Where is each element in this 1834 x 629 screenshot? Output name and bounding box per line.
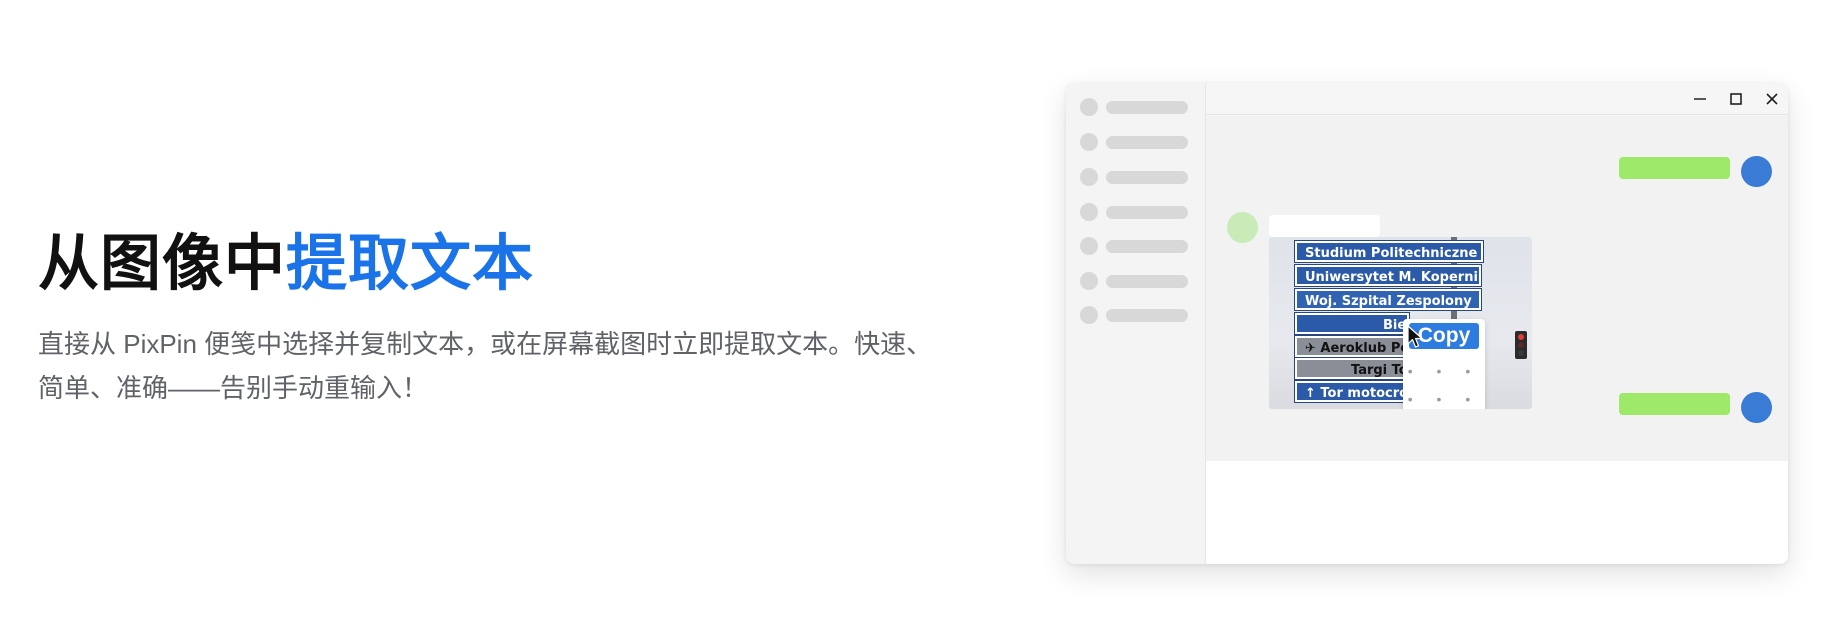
minimize-button[interactable] xyxy=(1690,89,1710,109)
sidebar-avatar-placeholder xyxy=(1080,237,1098,255)
hero-title-accent: 提取文本 xyxy=(286,229,535,297)
user-avatar xyxy=(1741,156,1772,187)
user-avatar xyxy=(1741,392,1772,423)
menu-item-placeholder[interactable]: • • • xyxy=(1403,391,1485,407)
maximize-button[interactable] xyxy=(1726,89,1746,109)
sidebar-text-placeholder xyxy=(1106,206,1188,219)
sign-line: Bielany xyxy=(1294,312,1410,335)
sign-line: ✈ Aeroklub Pomorski xyxy=(1294,335,1410,358)
chat-area: Studium Politechniczne UMK Uniwersytet M… xyxy=(1206,116,1788,461)
menu-item-placeholder[interactable]: • • • xyxy=(1403,363,1485,379)
sign-line: Uniwersytet M. Kopernika xyxy=(1294,264,1482,287)
sign-line: Studium Politechniczne UMK xyxy=(1294,240,1484,263)
minimize-icon xyxy=(1694,98,1706,100)
sign-line: Targi Toruńskie xyxy=(1294,357,1410,380)
street-sign-image[interactable]: Studium Politechniczne UMK Uniwersytet M… xyxy=(1269,237,1532,409)
sidebar-avatar-placeholder xyxy=(1080,203,1098,221)
sidebar-item-placeholder[interactable] xyxy=(1080,98,1190,116)
sidebar-text-placeholder xyxy=(1106,136,1188,149)
incoming-message-placeholder xyxy=(1269,215,1380,237)
hero-description: 直接从 PixPin 便笺中选择并复制文本，或在屏幕截图时立即提取文本。快速、简… xyxy=(38,329,933,403)
close-icon xyxy=(1766,93,1778,105)
sidebar-avatar-placeholder xyxy=(1080,168,1098,186)
traffic-light-icon xyxy=(1515,331,1527,359)
sidebar-item-placeholder[interactable] xyxy=(1080,306,1190,324)
sidebar-item-placeholder[interactable] xyxy=(1080,203,1190,221)
sidebar-avatar-placeholder xyxy=(1080,98,1098,116)
message-input-area[interactable] xyxy=(1206,461,1788,564)
sidebar-item-placeholder[interactable] xyxy=(1080,168,1190,186)
sidebar-text-placeholder xyxy=(1106,171,1188,184)
sidebar-avatar-placeholder xyxy=(1080,306,1098,324)
maximize-icon xyxy=(1730,93,1742,105)
sign-line: Woj. Szpital Zespolony xyxy=(1294,288,1482,311)
sidebar-item-placeholder[interactable] xyxy=(1080,237,1190,255)
contact-avatar xyxy=(1227,212,1258,243)
sidebar-text-placeholder xyxy=(1106,240,1188,253)
app-window-mockup: Studium Politechniczne UMK Uniwersytet M… xyxy=(1066,83,1788,564)
outgoing-message-placeholder xyxy=(1619,393,1730,415)
outgoing-message-placeholder xyxy=(1619,157,1730,179)
sidebar-item-placeholder[interactable] xyxy=(1080,272,1190,290)
mouse-cursor-icon xyxy=(1407,325,1423,348)
sidebar-item-placeholder[interactable] xyxy=(1080,133,1190,151)
sign-line: ↑ Tor motocrossowy xyxy=(1294,380,1410,403)
sidebar-avatar-placeholder xyxy=(1080,133,1098,151)
sidebar-text-placeholder xyxy=(1106,275,1188,288)
sidebar-text-placeholder xyxy=(1106,101,1188,114)
sidebar-text-placeholder xyxy=(1106,309,1188,322)
close-button[interactable] xyxy=(1762,89,1782,109)
hero-title: 从图像中提取文本 xyxy=(38,229,535,297)
sidebar-avatar-placeholder xyxy=(1080,272,1098,290)
window-titlebar xyxy=(1206,83,1788,115)
hero-title-main: 从图像中 xyxy=(38,229,287,297)
sidebar xyxy=(1066,83,1206,564)
